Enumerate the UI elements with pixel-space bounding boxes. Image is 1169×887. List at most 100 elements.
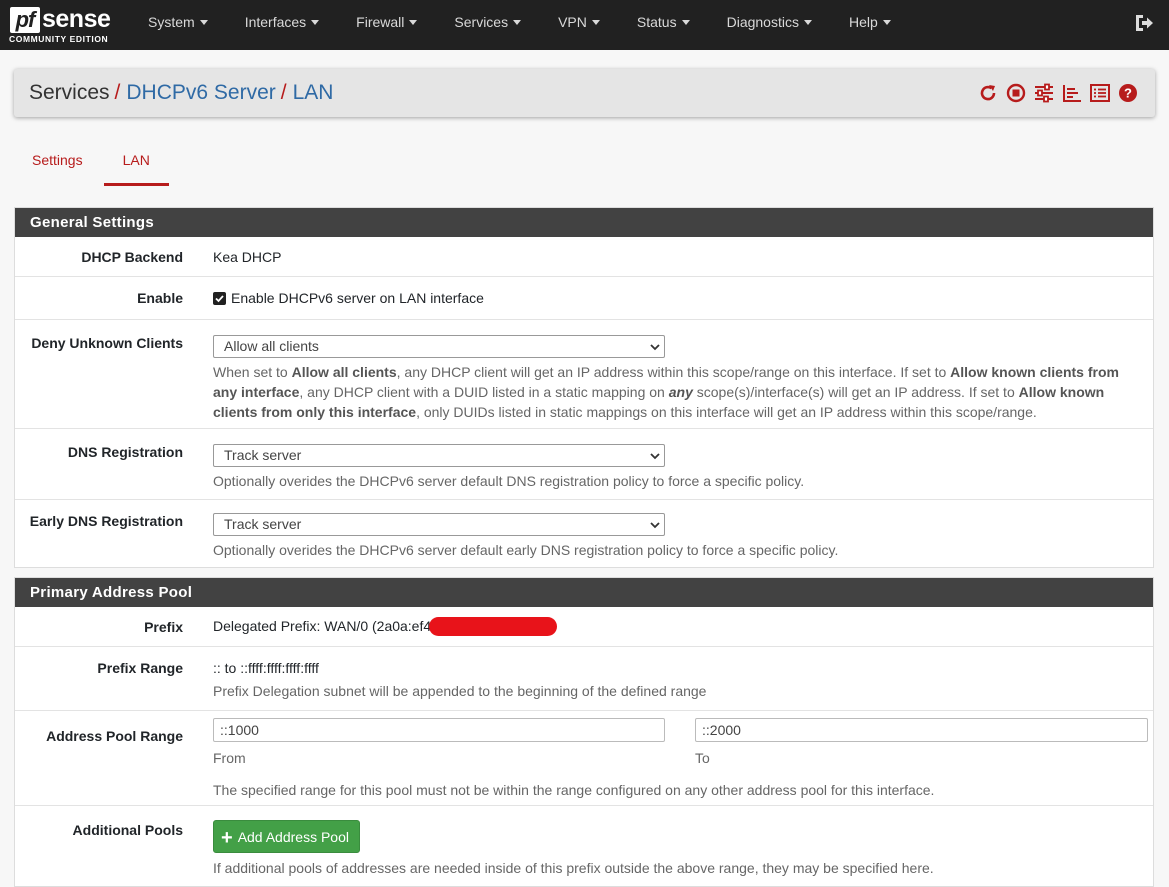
- address-pool-range-label: Address Pool Range: [46, 728, 183, 744]
- help-text: scope(s)/interface(s) will get an IP add…: [692, 384, 1019, 400]
- breadcrumb-separator: /: [280, 81, 287, 104]
- list-icon[interactable]: [1089, 82, 1111, 104]
- dns-registration-selected: Track server: [224, 447, 302, 463]
- primary-address-pool-panel: Primary Address Pool Prefix Delegated Pr…: [14, 577, 1154, 887]
- help-text: , any DHCP client will get an IP address…: [396, 364, 951, 380]
- nav-help[interactable]: Help: [831, 0, 910, 50]
- breadcrumb-separator: /: [114, 81, 121, 104]
- address-pool-range-field: ::1000 From ::2000 To The specified rang…: [199, 718, 1158, 805]
- early-dns-registration-select[interactable]: Track server: [213, 513, 665, 536]
- prefix-range-field: :: to ::ffff:ffff:ffff:ffff Prefix Deleg…: [199, 660, 1153, 710]
- breadcrumb: Services / DHCPv6 Server / LAN: [14, 81, 333, 105]
- help-icon[interactable]: ?: [1117, 82, 1139, 104]
- early-dns-registration-field: Track server Optionally overides the DHC…: [199, 513, 1153, 567]
- caret-down-icon: [311, 20, 320, 25]
- range-from-label: From: [213, 750, 246, 766]
- prefix-range-help: Prefix Delegation subnet will be appende…: [213, 683, 707, 699]
- prefix-range-row: Prefix Range :: to ::ffff:ffff:ffff:ffff…: [15, 647, 1153, 711]
- dhcp-backend-label: DHCP Backend: [81, 248, 183, 265]
- nav-services[interactable]: Services: [436, 0, 540, 50]
- breadcrumb-panel: Services / DHCPv6 Server / LAN ?: [14, 69, 1155, 117]
- breadcrumb-lan[interactable]: LAN: [293, 81, 334, 104]
- nav-help-label: Help: [848, 14, 878, 30]
- help-text: , only DUIDs listed in static mappings o…: [416, 404, 1037, 420]
- help-text: , any DHCP client with a DUID listed in …: [299, 384, 669, 400]
- stop-circle-icon[interactable]: [1005, 82, 1027, 104]
- logo-pf: pf: [10, 7, 40, 33]
- range-from-input[interactable]: ::1000: [213, 718, 665, 742]
- tab-bar: Settings LAN: [15, 138, 169, 186]
- tab-settings[interactable]: Settings: [15, 138, 100, 186]
- primary-address-pool-heading: Primary Address Pool: [15, 578, 1153, 607]
- enable-label: Enable: [137, 290, 183, 306]
- nav-firewall[interactable]: Firewall: [338, 0, 436, 50]
- redaction-mark: [429, 617, 558, 636]
- dns-registration-field: Track server Optionally overides the DHC…: [199, 444, 1153, 499]
- deny-unknown-field: Allow all clients When set to Allow all …: [199, 335, 1153, 428]
- dns-registration-select[interactable]: Track server: [213, 444, 665, 467]
- nav-vpn-label: VPN: [558, 14, 587, 30]
- early-dns-registration-selected: Track server: [224, 516, 302, 532]
- address-pool-range-row: Address Pool Range ::1000 From ::2000 To…: [15, 711, 1153, 806]
- prefix-range-value: :: to ::ffff:ffff:ffff:ffff: [213, 660, 319, 676]
- prefix-label: Prefix: [144, 618, 183, 635]
- additional-pools-row: Additional Pools + Add Address Pool If ad…: [15, 806, 1153, 886]
- help-text: When set to: [213, 364, 292, 380]
- early-dns-registration-row: Early DNS Registration Track server Opti…: [15, 500, 1153, 567]
- additional-pools-field: + Add Address Pool If additional pools of…: [199, 820, 1153, 886]
- chevron-down-icon: [650, 453, 660, 460]
- range-inputs: ::1000 From ::2000 To: [213, 718, 1148, 768]
- svg-text:?: ?: [1124, 86, 1132, 101]
- plus-icon: +: [221, 827, 233, 849]
- logo-sense: sense: [42, 5, 111, 33]
- add-address-pool-button[interactable]: + Add Address Pool: [213, 820, 360, 853]
- deny-unknown-selected: Allow all clients: [224, 338, 319, 354]
- deny-unknown-select[interactable]: Allow all clients: [213, 335, 665, 358]
- range-to-label: To: [695, 750, 710, 766]
- nav-interfaces[interactable]: Interfaces: [227, 0, 338, 50]
- caret-down-icon: [681, 20, 690, 25]
- chevron-down-icon: [650, 344, 660, 351]
- nav-services-label: Services: [454, 14, 509, 30]
- caret-down-icon: [591, 20, 600, 25]
- additional-pools-help: If additional pools of addresses are nee…: [213, 860, 934, 876]
- caret-down-icon: [882, 20, 891, 25]
- nav-diagnostics-label: Diagnostics: [726, 14, 799, 30]
- general-settings-panel: General Settings DHCP Backend Kea DHCP E…: [14, 207, 1154, 568]
- deny-unknown-help: When set to Allow all clients, any DHCP …: [213, 362, 1143, 422]
- caret-down-icon: [199, 20, 208, 25]
- pfsense-logo[interactable]: pf sense COMMUNITY EDITION: [0, 0, 126, 50]
- enable-checkbox[interactable]: [213, 292, 226, 305]
- nav-system[interactable]: System: [130, 0, 227, 50]
- range-to-group: ::2000 To: [695, 718, 1148, 768]
- prefix-field: Delegated Prefix: WAN/0 (2a0a:ef4: [199, 617, 1153, 636]
- deny-unknown-label: Deny Unknown Clients: [31, 335, 183, 351]
- caret-down-icon: [803, 20, 812, 25]
- range-from-group: ::1000 From: [213, 718, 665, 768]
- dns-registration-label: DNS Registration: [67, 444, 183, 460]
- nav-status[interactable]: Status: [619, 0, 709, 50]
- sliders-icon[interactable]: [1033, 82, 1055, 104]
- sign-out-icon[interactable]: [1133, 12, 1155, 34]
- top-navbar: pf sense COMMUNITY EDITION System Interf…: [0, 0, 1169, 50]
- caret-down-icon: [513, 20, 522, 25]
- breadcrumb-services: Services: [29, 81, 110, 104]
- caret-down-icon: [409, 20, 418, 25]
- breadcrumb-actions: ?: [977, 82, 1139, 104]
- additional-pools-label: Additional Pools: [72, 822, 183, 838]
- general-settings-heading: General Settings: [15, 208, 1153, 237]
- breadcrumb-dhcpv6-server[interactable]: DHCPv6 Server: [126, 81, 275, 104]
- nav-vpn[interactable]: VPN: [540, 0, 619, 50]
- refresh-icon[interactable]: [977, 82, 999, 104]
- enable-checkbox-label[interactable]: Enable DHCPv6 server on LAN interface: [231, 290, 484, 306]
- dns-registration-row: DNS Registration Track server Optionally…: [15, 429, 1153, 500]
- dhcp-backend-row: DHCP Backend Kea DHCP: [15, 237, 1153, 277]
- nav-system-label: System: [148, 14, 195, 30]
- chart-icon[interactable]: [1061, 82, 1083, 104]
- enable-row: Enable Enable DHCPv6 server on LAN inter…: [15, 277, 1153, 320]
- nav-diagnostics[interactable]: Diagnostics: [709, 0, 831, 50]
- tab-lan[interactable]: LAN: [103, 138, 169, 186]
- prefix-value: Delegated Prefix: WAN/0 (2a0a:ef4: [213, 618, 432, 634]
- enable-field: Enable DHCPv6 server on LAN interface: [199, 290, 1153, 306]
- range-to-input[interactable]: ::2000: [695, 718, 1148, 742]
